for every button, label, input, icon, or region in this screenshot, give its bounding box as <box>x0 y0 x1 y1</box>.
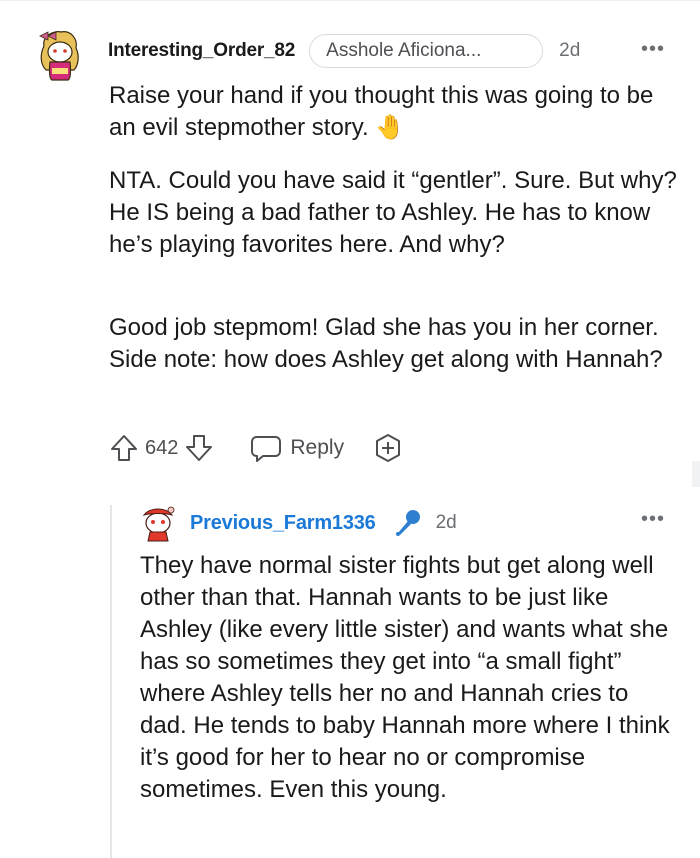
thread-line[interactable] <box>110 505 112 858</box>
user-flair: Asshole Aficiona... <box>309 34 544 68</box>
reply-label: Reply <box>290 436 345 459</box>
reply-username[interactable]: Previous_Farm1336 <box>190 512 376 535</box>
more-options-icon[interactable]: ••• <box>641 38 665 61</box>
comment-paragraph-2: NTA. Could you have said it “gentler”. S… <box>109 167 677 258</box>
arrow-up-icon[interactable] <box>109 433 139 463</box>
reply-button[interactable]: Reply <box>250 433 344 463</box>
comment-username[interactable]: Interesting_Order_82 <box>108 40 295 62</box>
speech-bubble-icon <box>251 436 282 462</box>
microphone-icon <box>395 510 420 536</box>
comment-paragraph-3: Good job stepmom! Glad she has you in he… <box>109 314 663 373</box>
award-plus-icon <box>376 434 401 462</box>
comment-timestamp[interactable]: 2d <box>559 40 580 62</box>
top-divider <box>0 0 700 1</box>
reply-body: They have normal sister fights but get a… <box>140 552 670 803</box>
comment-paragraph-1: Raise your hand if you thought this was … <box>109 82 654 141</box>
vote-count: 642 <box>145 436 179 459</box>
scrollbar-thumb[interactable] <box>692 461 700 487</box>
more-options-icon[interactable]: ••• <box>641 508 665 531</box>
comment-actions: 642 Reply <box>109 430 404 466</box>
award-button[interactable] <box>372 432 404 464</box>
reply-meta: Previous_Farm1336 2d <box>190 509 457 537</box>
comment-meta: Interesting_Order_82 Asshole Aficiona...… <box>108 34 580 68</box>
reply-timestamp[interactable]: 2d <box>436 512 457 534</box>
snoo-avatar-icon[interactable] <box>36 28 82 82</box>
snoo-avatar-icon[interactable] <box>140 505 176 543</box>
arrow-down-icon[interactable] <box>184 433 214 463</box>
